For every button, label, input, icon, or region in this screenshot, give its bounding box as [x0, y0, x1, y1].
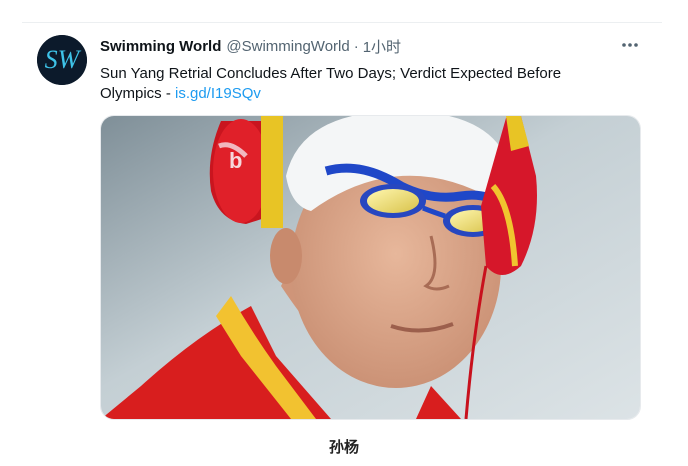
tweet-body: Sun Yang Retrial Concludes After Two Day… — [100, 65, 562, 102]
swimmer-photo: b — [101, 116, 640, 419]
tweet-media-image[interactable]: b — [100, 115, 641, 420]
tweet-link[interactable]: is.gd/I19SQv — [175, 85, 261, 102]
display-name[interactable]: Swimming World — [100, 38, 221, 55]
tweet-header: Swimming World @SwimmingWorld · 1小时 — [100, 36, 401, 56]
more-options-button[interactable] — [618, 35, 642, 55]
avatar[interactable]: SW — [37, 35, 87, 85]
svg-text:b: b — [229, 148, 242, 173]
swimming-world-logo-icon: SW — [37, 35, 87, 85]
separator-dot: · — [353, 37, 359, 55]
tweet-card[interactable]: SW Swimming World @SwimmingWorld · 1小时 S… — [22, 22, 662, 423]
timestamp[interactable]: 1小时 — [363, 36, 401, 57]
tweet-text: Sun Yang Retrial Concludes After Two Day… — [100, 64, 605, 104]
user-handle[interactable]: @SwimmingWorld — [226, 38, 349, 55]
avatar-letters: SW — [45, 45, 82, 74]
image-caption: 孙杨 — [328, 439, 359, 456]
more-horizontal-icon — [622, 43, 638, 47]
